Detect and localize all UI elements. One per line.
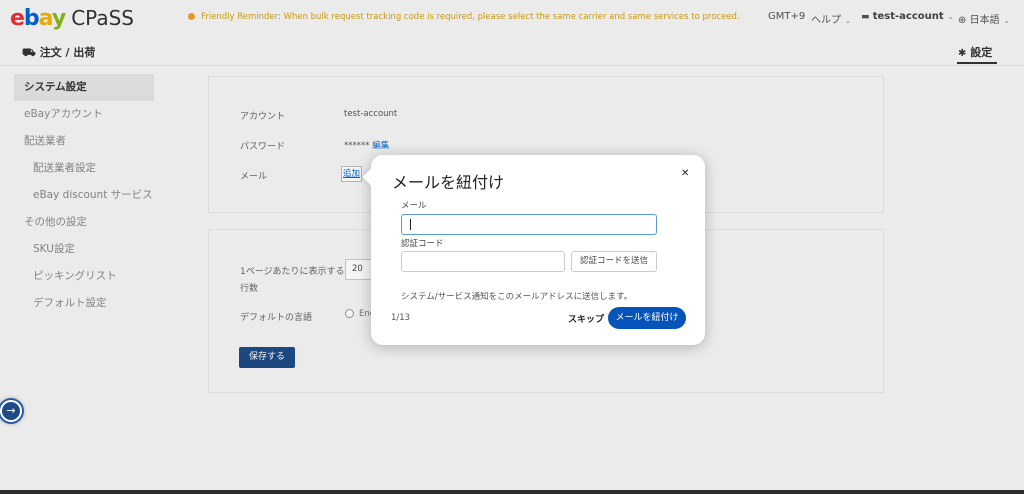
notification-notice: システム/サービス通知をこのメールアドレスに送信します。	[401, 292, 633, 302]
verification-code-label: 認証コード	[401, 239, 444, 249]
link-email-button[interactable]: メールを紐付け	[608, 307, 686, 329]
send-code-button[interactable]: 認証コードを送信	[571, 251, 657, 272]
verification-code-input[interactable]	[401, 251, 565, 272]
email-input[interactable]	[401, 214, 657, 235]
skip-button[interactable]: スキップ	[568, 312, 604, 325]
text-caret	[410, 219, 411, 230]
dialog-title: メールを紐付け	[392, 173, 505, 192]
step-indicator: 1/13	[391, 313, 411, 323]
close-icon[interactable]: ✕	[681, 168, 689, 179]
bottom-border	[0, 490, 1024, 494]
dialog-email-label: メール	[401, 201, 427, 211]
arrow-right-icon: →	[2, 402, 20, 420]
link-email-dialog: メールを紐付け ✕ メール 認証コード 認証コードを送信 システム/サービス通知…	[362, 155, 705, 345]
